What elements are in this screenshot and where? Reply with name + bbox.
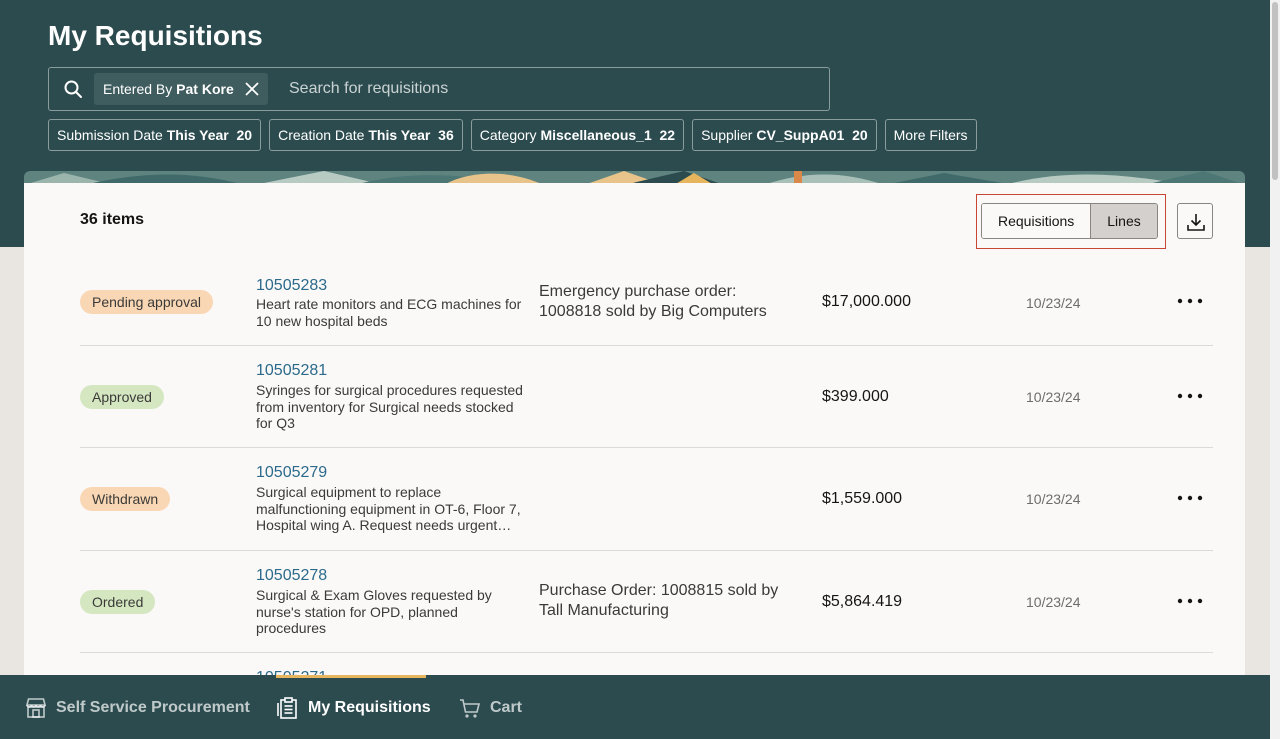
more-filters-button[interactable]: More Filters	[884, 119, 977, 151]
more-actions-icon[interactable]	[1176, 291, 1204, 311]
nav-label: Cart	[490, 699, 523, 716]
nav-label: My Requisitions	[308, 699, 431, 716]
status-badge: Pending approval	[80, 290, 213, 314]
requisition-note: Purchase Order: 1008815 sold by Tall Man…	[539, 582, 779, 619]
list-item[interactable]: 10505271	[80, 653, 1213, 675]
filter-submission-date[interactable]: Submission Date This Year 20	[48, 119, 262, 151]
requisition-description: Surgical & Exam Gloves requested by nurs…	[256, 587, 492, 636]
view-toggle: Requisitions Lines	[981, 203, 1158, 239]
nav-my-requisitions[interactable]: My Requisitions	[276, 695, 431, 721]
bottom-navigation: Self Service Procurement My Requisitions…	[0, 675, 1270, 739]
requisition-note: Emergency purchase order: 1008818 sold b…	[539, 283, 767, 320]
nav-label: Self Service Procurement	[56, 699, 250, 716]
nav-cart[interactable]: Cart	[458, 695, 522, 721]
requisitions-panel: 36 items Requisitions Lines Pending appr…	[24, 183, 1245, 675]
status-badge: Ordered	[80, 590, 156, 614]
more-actions-icon[interactable]	[1176, 386, 1204, 406]
requisition-date: 10/23/24	[1026, 594, 1081, 610]
cart-icon	[460, 699, 481, 718]
page-title: My Requisitions	[48, 20, 263, 51]
filter-bar: Submission Date This Year 20 Creation Da…	[48, 119, 977, 151]
filter-chip-entered-by: Entered By Pat Kore	[94, 73, 268, 105]
search-input[interactable]	[289, 68, 809, 110]
filter-category[interactable]: Category Miscellaneous_1 22	[470, 119, 685, 151]
requisitions-icon	[277, 697, 297, 719]
chip-prefix: Entered By	[103, 81, 173, 97]
requisition-date: 10/23/24	[1026, 295, 1081, 311]
status-badge: Approved	[80, 385, 164, 409]
page-scrollbar[interactable]	[1270, 0, 1280, 739]
requisition-description: Heart rate monitors and ECG machines for…	[256, 296, 522, 329]
status-badge: Withdrawn	[80, 487, 171, 511]
list-item[interactable]: Ordered 10505278 Surgical & Exam Gloves …	[80, 551, 1213, 653]
requisition-date: 10/23/24	[1026, 491, 1081, 507]
nav-self-service-procurement[interactable]: Self Service Procurement	[24, 695, 250, 721]
scrollbar-thumb[interactable]	[1272, 2, 1278, 180]
lines-view-button[interactable]: Lines	[1090, 204, 1157, 238]
requisition-link[interactable]: 10505279	[256, 464, 327, 482]
requisition-link[interactable]: 10505283	[256, 277, 327, 295]
search-bar[interactable]: Entered By Pat Kore	[48, 67, 830, 111]
search-icon[interactable]	[63, 79, 83, 99]
chip-value: Pat Kore	[176, 81, 234, 97]
more-actions-icon[interactable]	[1176, 591, 1204, 611]
filter-supplier[interactable]: Supplier CV_SuppA01 20	[692, 119, 877, 151]
requisitions-view-button[interactable]: Requisitions	[982, 204, 1091, 238]
requisition-amount: $1,559.000	[822, 490, 903, 507]
requisition-link[interactable]: 10505281	[256, 362, 327, 380]
download-icon	[1187, 214, 1205, 231]
requisition-amount: $399.000	[822, 388, 889, 405]
filter-creation-date[interactable]: Creation Date This Year 36	[269, 119, 463, 151]
store-icon	[25, 698, 47, 718]
list-item[interactable]: Approved 10505281 Syringes for surgical …	[80, 346, 1213, 448]
requisition-date: 10/23/24	[1026, 389, 1081, 405]
requisition-amount: $17,000.000	[822, 293, 911, 310]
requisition-description: Surgical equipment to replace malfunctio…	[256, 484, 521, 533]
requisition-amount: $5,864.419	[822, 593, 903, 610]
list-item[interactable]: Pending approval 10505283 Heart rate mon…	[80, 262, 1213, 346]
items-count: 36 items	[80, 211, 145, 228]
requisition-link[interactable]: 10505278	[256, 567, 327, 585]
requisition-description: Syringes for surgical procedures request…	[256, 382, 523, 431]
close-icon[interactable]	[244, 81, 260, 97]
active-tab-indicator	[276, 675, 426, 678]
more-actions-icon[interactable]	[1176, 488, 1204, 508]
list-item[interactable]: Withdrawn 10505279 Surgical equipment to…	[80, 448, 1213, 551]
download-button[interactable]	[1177, 203, 1213, 239]
